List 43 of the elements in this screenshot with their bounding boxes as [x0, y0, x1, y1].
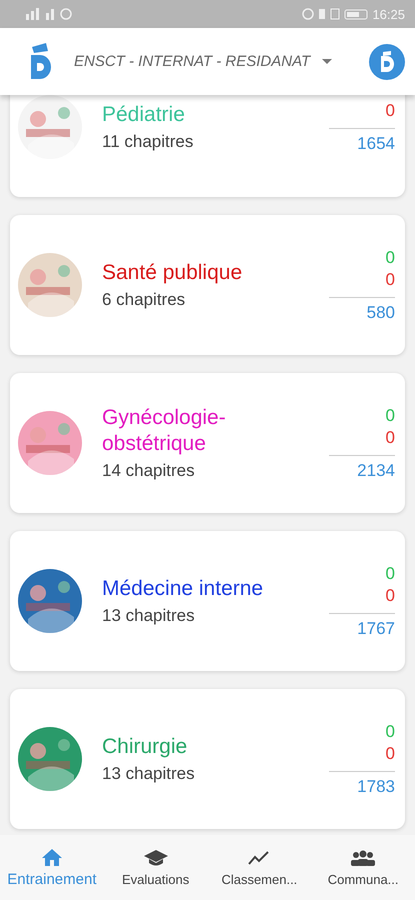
question-total: 580: [366, 302, 395, 324]
question-total: 1767: [357, 618, 395, 640]
module-card[interactable]: Santé publique 6 chapitres 0 0 580: [10, 215, 405, 355]
module-title: Pédiatrie: [102, 102, 186, 128]
status-time: 16:25: [372, 6, 405, 22]
battery-icon: [344, 7, 368, 21]
caret-icon: [322, 58, 332, 64]
module-title: Gynécologie-obstétrique: [102, 405, 227, 457]
module-title: Santé publique: [102, 260, 244, 286]
nav-tab[interactable]: Evaluations: [104, 835, 208, 900]
home-icon: [40, 847, 64, 867]
wrong-count: 0: [386, 584, 395, 606]
signal-icon: [24, 7, 40, 21]
wrong-count: 0: [386, 100, 395, 122]
question-total: 1654: [357, 132, 395, 154]
module-title: Chirurgie: [102, 734, 188, 760]
nav-tab[interactable]: Communa...: [311, 835, 415, 900]
wrong-count: 0: [386, 742, 395, 764]
graduation-cap-icon: [144, 848, 168, 868]
signal-icon: [44, 7, 56, 21]
profile-icon[interactable]: [369, 44, 405, 80]
module-title: Médecine interne: [102, 576, 264, 602]
people-icon: [351, 848, 376, 868]
correct-count: 0: [386, 246, 395, 268]
correct-count: 0: [386, 720, 395, 742]
chapter-count: 13 chapitres: [102, 606, 196, 626]
chapter-count: 6 chapitres: [102, 290, 186, 310]
question-total: 2134: [357, 460, 395, 482]
wrong-count: 0: [386, 426, 395, 448]
question-total: 1783: [357, 776, 395, 798]
wrong-count: 0: [386, 268, 395, 290]
logo-icon: [28, 42, 54, 80]
nav-tab[interactable]: Classemen...: [208, 835, 312, 900]
module-card[interactable]: Pédiatrie 11 chapitres 0 1654: [10, 95, 405, 197]
correct-count: 0: [386, 404, 395, 426]
chapter-count: 13 chapitres: [102, 764, 196, 784]
course-dropdown[interactable]: ENSCT - INTERNAT - RESIDANAT: [54, 53, 369, 70]
correct-count: 0: [386, 562, 395, 584]
module-card[interactable]: Médecine interne 13 chapitres 0 0 1767: [10, 531, 405, 671]
chapter-count: 11 chapitres: [102, 132, 194, 152]
module-card[interactable]: Chirurgie 13 chapitres 0 0 1783: [10, 689, 405, 829]
module-card[interactable]: Gynécologie-obstétrique 14 chapitres 0 0 2134: [10, 373, 405, 513]
chapter-count: 14 chapitres: [102, 461, 196, 481]
